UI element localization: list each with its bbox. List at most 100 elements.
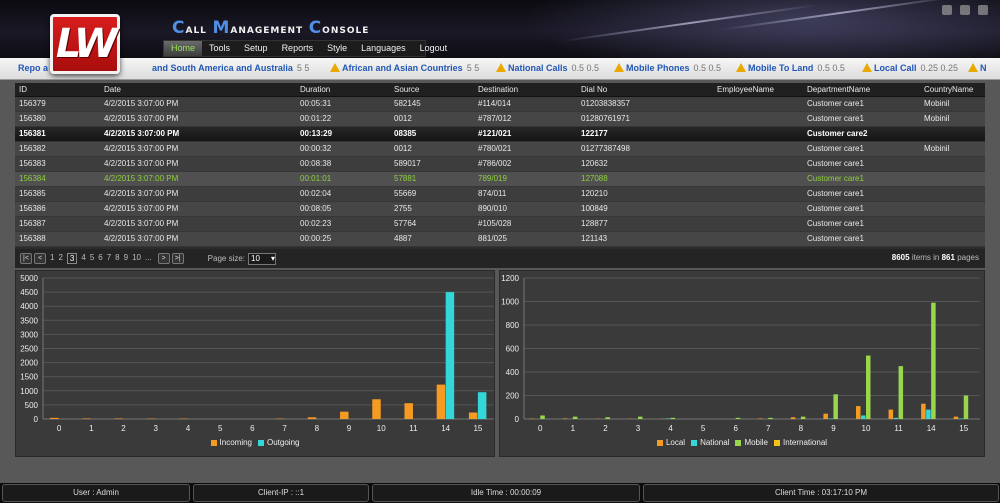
table-cell: 128877	[581, 219, 608, 228]
x-tick-label: 4	[186, 424, 191, 433]
table-cell: 4/2/2015 3:07:00 PM	[104, 99, 179, 108]
ticker-item[interactable]: African and Asian Countries 5 5	[330, 63, 479, 73]
page-link[interactable]: 3	[66, 253, 78, 264]
bar-incoming	[372, 399, 381, 419]
total-pages: 861	[941, 253, 955, 262]
column-header-departmentname[interactable]: DepartmentName	[803, 83, 920, 96]
ticker-item[interactable]: and South America and Australia 5 5	[152, 63, 309, 73]
table-row[interactable]: 156384 4/2/2015 3:07:00 PM 00:01:01 57881 78…	[15, 172, 985, 187]
y-tick-label: 600	[506, 345, 520, 354]
first-page-button[interactable]: |<	[20, 253, 32, 264]
ticker-item[interactable]: N	[968, 63, 987, 73]
page-size-value: 10	[251, 253, 260, 263]
page-numbers: 1 2 3 4 5 6 7 8 9 10...	[48, 253, 154, 264]
grid-body: 156379 4/2/2015 3:07:00 PM 00:05:31 582145 #…	[15, 97, 985, 247]
page-link[interactable]: 2	[58, 253, 62, 264]
logo[interactable]: LW	[50, 14, 120, 74]
table-row[interactable]: 156386 4/2/2015 3:07:00 PM 00:08:05 2755 890…	[15, 202, 985, 217]
calls-grid: ID Date Duration Source Destination Dial No Em…	[15, 83, 985, 268]
last-page-button[interactable]: >|	[171, 253, 184, 264]
table-cell: Customer care1	[807, 174, 864, 183]
x-tick-label: 10	[377, 424, 386, 433]
legend-label: National	[700, 438, 730, 447]
ticker-item[interactable]: Repo a	[18, 63, 48, 73]
minimize-icon[interactable]	[942, 5, 952, 15]
page-link[interactable]: 1	[50, 253, 54, 264]
next-page-button[interactable]: >	[157, 253, 170, 264]
column-header-countryname[interactable]: CountryName	[920, 83, 985, 96]
table-cell: 4887	[394, 234, 412, 243]
table-cell: 156386	[19, 204, 46, 213]
page-link[interactable]: 8	[115, 253, 119, 264]
x-tick-label: 3	[154, 424, 159, 433]
table-cell: 156383	[19, 159, 46, 168]
prev-page-button[interactable]: <	[34, 253, 46, 264]
column-header-destination[interactable]: Destination	[474, 83, 577, 96]
table-row[interactable]: 156387 4/2/2015 3:07:00 PM 00:02:23 57764 #1…	[15, 217, 985, 232]
legend-item[interactable]: International	[774, 438, 827, 447]
window-controls	[942, 5, 988, 15]
calls-direction-chart: 0 500 1000 1500 2000 2500 3000 3500 4000 4500 5000…	[15, 270, 495, 457]
page-link[interactable]: 6	[98, 253, 102, 264]
x-tick-label: 15	[959, 424, 968, 433]
legend-item[interactable]: Incoming	[210, 438, 252, 447]
legend-label: International	[783, 438, 828, 447]
column-header-duration[interactable]: Duration	[296, 83, 390, 96]
x-tick-label: 4	[668, 424, 673, 433]
menu-item-logout[interactable]: Logout	[413, 41, 455, 56]
table-row[interactable]: 156380 4/2/2015 3:07:00 PM 00:01:22 0012 #78…	[15, 112, 985, 127]
status-client-ip: Client-IP : ::1	[193, 484, 369, 502]
x-tick-label: 9	[347, 424, 352, 433]
page-size-select[interactable]: 10 ▾	[248, 252, 277, 265]
bar-incoming	[436, 384, 446, 419]
ticker-item[interactable]: Mobile To Land 0.5 0.5	[736, 63, 845, 73]
ticker-item[interactable]: Local Call 0.25 0.25	[862, 63, 958, 73]
bar-national	[828, 418, 833, 419]
column-header-employeename[interactable]: EmployeeName	[713, 83, 803, 96]
maximize-icon[interactable]	[960, 5, 970, 15]
table-cell: 00:01:01	[300, 174, 332, 183]
y-tick-label: 0	[34, 415, 39, 424]
page-link[interactable]: 10	[132, 253, 141, 264]
table-cell: #105/028	[478, 219, 512, 228]
legend-label: Local	[665, 438, 686, 447]
menu-item-reports[interactable]: Reports	[275, 41, 321, 56]
ticker-item[interactable]: National Calls 0.5 0.5	[496, 63, 599, 73]
menu-item-languages[interactable]: Languages	[354, 41, 413, 56]
menu-item-tools[interactable]: Tools	[202, 41, 237, 56]
rates-ticker: Repo a and South America and Australia 5 5…	[0, 58, 1000, 80]
ticker-item[interactable]: Mobile Phones 0.5 0.5	[614, 63, 721, 73]
column-header-id[interactable]: ID	[15, 83, 100, 96]
legend-item[interactable]: National	[691, 438, 729, 447]
bar-mobile	[572, 416, 578, 419]
legend-item[interactable]: Outgoing	[258, 438, 299, 447]
page-link[interactable]: 9	[124, 253, 128, 264]
table-row[interactable]: 156382 4/2/2015 3:07:00 PM 00:00:32 0012 #78…	[15, 142, 985, 157]
menu-item-home[interactable]: Home	[164, 41, 203, 56]
y-tick-label: 4500	[20, 288, 38, 297]
table-cell: 127088	[581, 174, 608, 183]
column-header-source[interactable]: Source	[390, 83, 474, 96]
table-cell: Customer care1	[807, 114, 864, 123]
table-cell: 4/2/2015 3:07:00 PM	[104, 219, 179, 228]
column-header-date[interactable]: Date	[100, 83, 296, 96]
table-row[interactable]: 156381 4/2/2015 3:07:00 PM 00:13:29 08385 #1…	[15, 127, 985, 142]
legend-item[interactable]: Local	[656, 438, 686, 447]
legend-item[interactable]: Mobile	[735, 438, 768, 447]
table-cell: 00:00:25	[300, 234, 332, 243]
bar-incoming	[82, 418, 91, 419]
table-cell: 00:13:29	[300, 129, 333, 138]
page-link[interactable]: 7	[107, 253, 111, 264]
page-link[interactable]: 4	[81, 253, 85, 264]
table-row[interactable]: 156379 4/2/2015 3:07:00 PM 00:05:31 582145 #…	[15, 97, 985, 112]
close-icon[interactable]	[978, 5, 988, 15]
menu-item-style[interactable]: Style	[320, 41, 354, 56]
status-client-time: Client Time : 03:17:10 PM	[643, 484, 999, 502]
page-link[interactable]: ...	[145, 253, 152, 264]
table-row[interactable]: 156388 4/2/2015 3:07:00 PM 00:00:25 4887 881…	[15, 232, 985, 247]
column-header-dial no[interactable]: Dial No	[577, 83, 713, 96]
table-row[interactable]: 156383 4/2/2015 3:07:00 PM 00:08:38 589017 #…	[15, 157, 985, 172]
menu-item-setup[interactable]: Setup	[237, 41, 275, 56]
page-link[interactable]: 5	[90, 253, 94, 264]
table-row[interactable]: 156385 4/2/2015 3:07:00 PM 00:02:04 55669 87…	[15, 187, 985, 202]
